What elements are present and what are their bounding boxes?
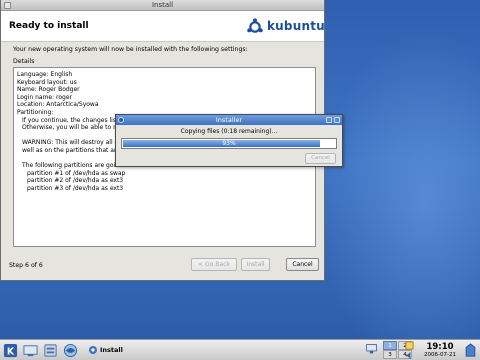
detail-keyboard: Keyboard layout: us	[17, 78, 77, 86]
install-button[interactable]: Install	[241, 258, 270, 271]
clock-time[interactable]: 19:10	[421, 342, 459, 352]
details-label: Details	[13, 58, 35, 65]
taskbar: K Install 1 3 2 4 19:10 2006-07-21	[0, 339, 480, 360]
updates-icon[interactable]	[405, 341, 414, 350]
detail-name: Name: Roger Bodger	[17, 86, 80, 94]
header-banner: Ready to install kubuntu	[1, 11, 325, 42]
network-icon[interactable]	[365, 342, 378, 355]
detail-language: Language: English	[17, 71, 73, 78]
detail-location: Location: Antarctica/Syowa	[17, 101, 99, 109]
window-titlebar[interactable]: Install	[1, 0, 324, 11]
svg-text:K: K	[7, 346, 15, 357]
progress-dialog: Installer Copying files (0:18 remaining)…	[115, 114, 343, 167]
page-title: Ready to install	[9, 21, 89, 31]
desktop-pager-1[interactable]: 1	[383, 341, 397, 350]
taskbar-item-label: Install	[100, 346, 123, 354]
kubuntu-logo-icon	[247, 18, 263, 33]
window-title: Install	[151, 1, 174, 9]
taskbar-item-install[interactable]: Install	[86, 342, 146, 358]
desktop-pager-3[interactable]: 3	[383, 350, 397, 359]
dialog-titlebar[interactable]: Installer	[116, 115, 342, 125]
detail-partition-2: partition #2 of /dev/hda as ext3	[27, 177, 124, 185]
intro-text: Your new operating system will now be in…	[13, 46, 248, 53]
install-task-icon	[89, 346, 97, 354]
desktop-background	[300, 0, 480, 340]
dialog-close-icon[interactable]	[334, 117, 340, 123]
cancel-button[interactable]: Cancel	[286, 258, 319, 271]
volume-icon[interactable]	[405, 351, 414, 360]
detail-partition-1: partition #1 of /dev/hda as swap	[27, 169, 126, 177]
desktop-icon[interactable]	[23, 343, 38, 358]
dialog-help-icon[interactable]	[326, 117, 332, 123]
brand-wordmark: kubuntu	[267, 19, 325, 33]
dialog-cancel-button[interactable]: Cancel	[305, 153, 336, 164]
step-indicator: Step 6 of 6	[9, 262, 43, 269]
kde-menu-icon[interactable]: K	[3, 343, 18, 358]
detail-partition-3: partition #3 of /dev/hda as ext3	[27, 184, 124, 192]
dialog-title: Installer	[215, 116, 243, 124]
progress-bar: 93%	[121, 138, 337, 149]
detail-login: Login name: roger	[17, 93, 73, 101]
progress-status: Copying files (0:18 remaining)...	[180, 128, 278, 135]
back-button[interactable]: < Go Back	[191, 258, 237, 271]
kde-tray-icon[interactable]	[464, 343, 477, 357]
progress-percent: 93%	[222, 140, 236, 147]
konqueror-icon[interactable]	[63, 343, 78, 358]
clock-date[interactable]: 2006-07-21	[417, 352, 463, 358]
system-icon[interactable]	[43, 343, 58, 358]
